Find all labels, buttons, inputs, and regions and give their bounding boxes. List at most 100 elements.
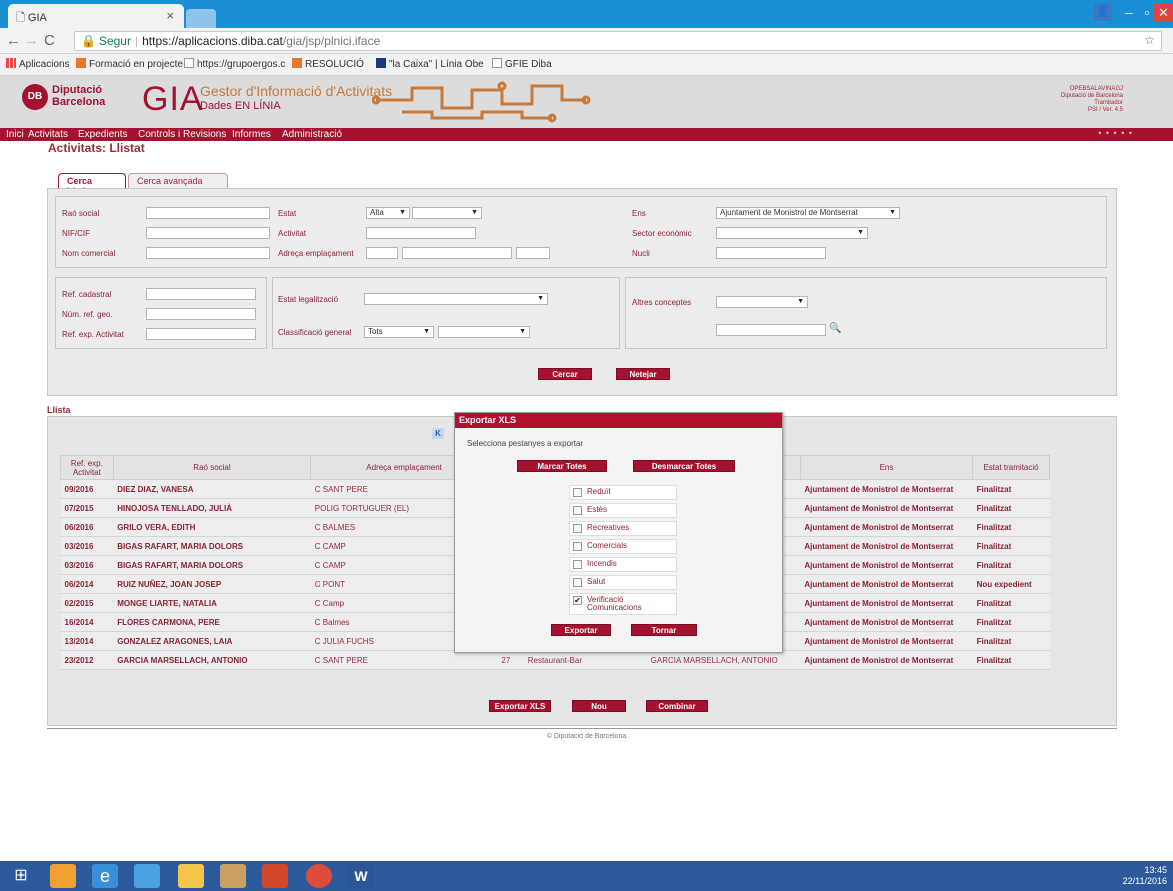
cell-rao-social: HINOJOSA TENLLADO, JULIÀ (113, 498, 311, 518)
export-option-row[interactable]: Recreatives (569, 521, 677, 536)
cell-ref: 06/2016 (60, 517, 114, 537)
export-option-checkbox[interactable] (573, 560, 582, 569)
col-estat[interactable]: Estat tramitació (972, 455, 1050, 480)
bookmark-resolucio[interactable]: RESOLUCIÓ (292, 58, 364, 70)
table-row[interactable]: 23/2012 GARCIA MARSELLACH, ANTONIO C SANT … (60, 650, 1050, 670)
ie-icon[interactable]: e (92, 864, 118, 888)
classif-select[interactable]: Tots (364, 326, 434, 338)
tab-basic-search[interactable]: Cerca bàsica (58, 173, 126, 196)
chrome-icon[interactable] (306, 864, 332, 888)
rao-social-input[interactable] (146, 207, 270, 219)
bookmark-gfie[interactable]: GFIE Diba (492, 58, 552, 70)
col-rao-social[interactable]: Raó social (112, 455, 312, 480)
export-option-checkbox[interactable]: ✔ (573, 596, 582, 605)
menu-expedients[interactable]: Expedients (76, 128, 129, 141)
export-option-checkbox[interactable] (573, 542, 582, 551)
export-option-row[interactable]: Incendis (569, 557, 677, 572)
apps-icon (6, 58, 16, 68)
app-icon[interactable] (220, 864, 246, 888)
estat-sub-select[interactable] (412, 207, 482, 219)
label-classif: Classificació general (278, 328, 352, 337)
netejar-button[interactable]: Netejar (616, 368, 670, 380)
label-sector: Sector econòmic (632, 229, 692, 238)
adreca-tipus-input[interactable] (366, 247, 398, 259)
altres-input[interactable] (716, 324, 826, 336)
pager-first-button[interactable]: K (432, 428, 444, 439)
altres-select[interactable] (716, 296, 808, 308)
export-option-checkbox[interactable] (573, 488, 582, 497)
classif-sub-select[interactable] (438, 326, 530, 338)
export-option-checkbox[interactable] (573, 524, 582, 533)
outlook-icon[interactable] (50, 864, 76, 888)
combinar-button[interactable]: Combinar (646, 700, 708, 712)
search-icon[interactable]: 🔍 (829, 323, 841, 334)
label-activitat: Activitat (278, 229, 307, 238)
menu-activitats[interactable]: Activitats (26, 128, 70, 141)
profile-icon[interactable]: 👤 (1094, 3, 1112, 21)
bookmark-grupoergos[interactable]: https://grupoergos.c (184, 58, 285, 70)
mark-all-button[interactable]: Marcar Totes (517, 460, 607, 472)
menu-inici[interactable]: Inici (4, 128, 26, 141)
sector-select[interactable] (716, 227, 868, 239)
nif-input[interactable] (146, 227, 270, 239)
close-icon[interactable]: × (166, 8, 174, 23)
label-nom-comercial: Nom comercial (62, 249, 116, 258)
bookmark-formacio[interactable]: Formació en projecte (76, 58, 183, 70)
export-option-checkbox[interactable] (573, 506, 582, 515)
menu-controls[interactable]: Controls i Revisions (136, 128, 228, 141)
nom-comercial-input[interactable] (146, 247, 270, 259)
export-option-label: Comercials (587, 541, 628, 550)
export-option-row[interactable]: Comercials (569, 539, 677, 554)
estat-select[interactable]: Alta (366, 207, 410, 219)
ref-cadastral-input[interactable] (146, 288, 256, 300)
cell-ref: 23/2012 (60, 650, 114, 670)
export-option-row[interactable]: Salut (569, 575, 677, 590)
export-option-row[interactable]: ✔ Verificació Comunicacions (569, 593, 677, 615)
new-tab-button[interactable] (186, 9, 216, 28)
ens-select[interactable]: Ajuntament de Monistrol de Montserrat (716, 207, 900, 219)
back-icon[interactable]: ← (6, 32, 21, 49)
taskbar-clock[interactable]: 13:45 22/11/2016 (1123, 865, 1167, 887)
activitat-input[interactable] (366, 227, 476, 239)
col-ens[interactable]: Ens (799, 455, 974, 480)
adreca-numero-input[interactable] (516, 247, 550, 259)
bookmark-apps[interactable]: Aplicacions (6, 58, 70, 70)
export-option-label: Verificació Comunicacions (587, 595, 642, 612)
cell-titular: GARCIA MARSELLACH, ANTONIO (646, 650, 801, 670)
estat-legal-select[interactable] (364, 293, 548, 305)
explorer-icon[interactable] (178, 864, 204, 888)
menu-administracio[interactable]: Administració (280, 128, 344, 141)
word-icon[interactable]: W (348, 864, 374, 888)
forward-icon[interactable]: → (24, 32, 39, 49)
bookmark-la-caixa[interactable]: "la Caixa" | Línia Obe (376, 58, 484, 70)
tab-advanced-search[interactable]: Cerca avançada (128, 173, 228, 189)
powerpoint-icon[interactable] (262, 864, 288, 888)
cell-estat: Finalitzat (972, 498, 1050, 518)
col-ref-exp[interactable]: Ref. exp. Activitat (60, 455, 114, 480)
nou-button[interactable]: Nou (572, 700, 626, 712)
ref-exp-input[interactable] (146, 328, 256, 340)
app-header: DB Diputació Barcelona GIA Gestor d'Infor… (0, 76, 1173, 128)
menu-informes[interactable]: Informes (230, 128, 273, 141)
nucli-input[interactable] (716, 247, 826, 259)
export-option-row[interactable]: Reduït (569, 485, 677, 500)
close-window-button[interactable]: ✕ (1154, 3, 1173, 22)
label-num-ref-geo: Núm. ref. geo. (62, 310, 113, 319)
url-input[interactable]: 🔒 Segur | https://aplicacions.diba.cat/gia/… (74, 31, 1162, 51)
num-ref-geo-input[interactable] (146, 308, 256, 320)
windows-start-icon[interactable]: ⊞ (8, 864, 34, 888)
export-option-checkbox[interactable] (573, 578, 582, 587)
star-icon[interactable]: ☆ (1144, 33, 1155, 47)
adreca-carrer-input[interactable] (402, 247, 512, 259)
dialog-back-button[interactable]: Tornar (631, 624, 697, 636)
label-ref-exp: Ref. exp. Activitat (62, 330, 124, 339)
browser-tab[interactable]: 🗋 GIA × (8, 4, 184, 28)
reload-icon[interactable]: C (44, 32, 55, 49)
windows-taskbar: ⊞ e W 13:45 22/11/2016 (0, 861, 1173, 891)
export-xls-button[interactable]: Exportar XLS (489, 700, 551, 712)
dialog-export-button[interactable]: Exportar (551, 624, 611, 636)
cercar-button[interactable]: Cercar (538, 368, 592, 380)
unmark-all-button[interactable]: Desmarcar Totes (633, 460, 735, 472)
export-option-row[interactable]: Estès (569, 503, 677, 518)
search-app-icon[interactable] (134, 864, 160, 888)
